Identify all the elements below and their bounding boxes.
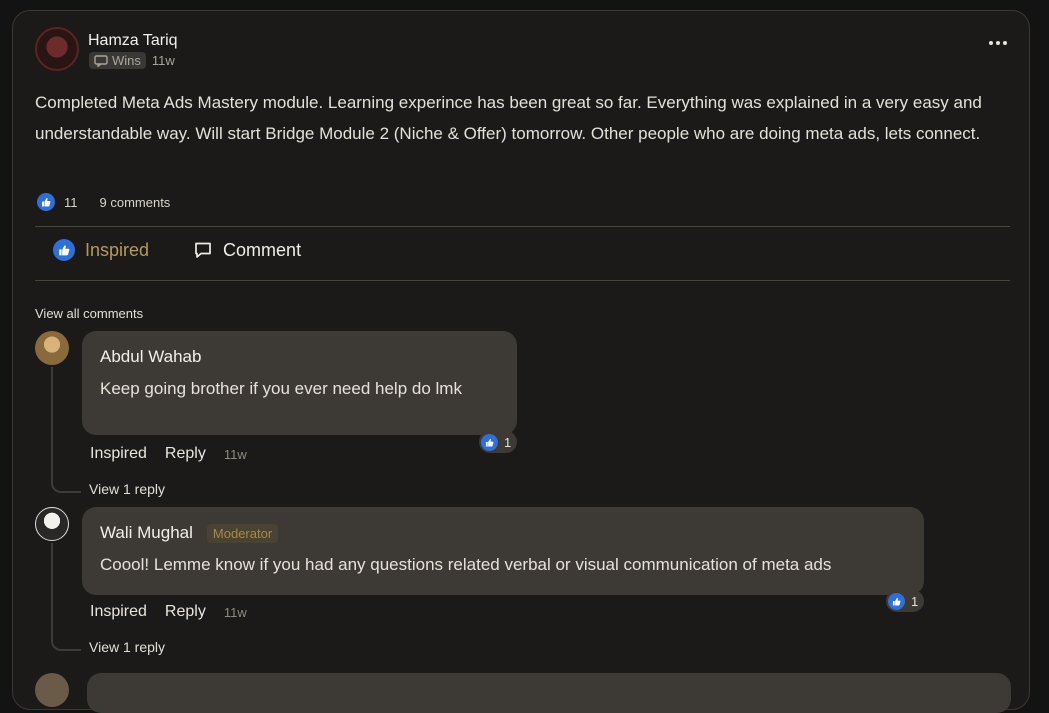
thumbs-up-icon <box>888 592 905 610</box>
commenter-name[interactable]: Abdul Wahab <box>100 347 201 367</box>
category-badge[interactable]: Wins <box>89 52 146 69</box>
category-badge-label: Wins <box>112 53 141 68</box>
commenter-name-row: Wali Mughal Moderator <box>100 523 279 543</box>
thread-elbow <box>51 631 81 651</box>
reaction-count: 1 <box>911 593 919 609</box>
divider <box>35 280 1010 281</box>
divider <box>35 226 1010 227</box>
comment-bubble <box>87 673 1011 713</box>
likes-count[interactable]: 11 <box>64 195 78 210</box>
thumbs-up-icon <box>53 239 75 261</box>
view-all-comments-link[interactable]: View all comments <box>35 306 143 321</box>
comment-label: Comment <box>223 239 302 260</box>
commenter-avatar[interactable] <box>35 507 69 541</box>
inspired-label: Inspired <box>85 239 150 260</box>
thread-elbow <box>51 473 81 493</box>
moderator-badge: Moderator <box>206 523 279 543</box>
post-body: Completed Meta Ads Mastery module. Learn… <box>35 93 982 143</box>
view-replies-link[interactable]: View 1 reply <box>89 481 165 497</box>
view-replies-link[interactable]: View 1 reply <box>89 639 165 655</box>
inspired-button[interactable]: Inspired <box>53 239 149 261</box>
comment-text: Coool! Lemme know if you had any questio… <box>100 555 832 574</box>
comments-count[interactable]: 9 comments <box>100 195 171 210</box>
commenter-name[interactable]: Wali Mughal <box>100 523 193 543</box>
comment-reactions[interactable]: 1 <box>886 590 925 612</box>
comment-actions: Inspired Reply 11w <box>90 603 247 621</box>
comment-inspired-button[interactable]: Inspired <box>90 445 147 463</box>
commenter-avatar[interactable] <box>35 331 69 365</box>
thumbs-up-icon <box>37 193 55 211</box>
post-meta: Wins 11w <box>89 52 175 69</box>
thumbs-up-icon <box>481 433 498 451</box>
more-options-icon[interactable] <box>989 39 1009 47</box>
comment-time: 11w <box>223 446 247 462</box>
comment-bubble: Abdul Wahab Keep going brother if you ev… <box>82 331 517 435</box>
commenter-avatar[interactable] <box>35 673 69 707</box>
post-stats: 11 9 comments <box>37 193 170 211</box>
author-name[interactable]: Hamza Tariq <box>88 32 178 50</box>
author-avatar[interactable] <box>35 27 79 71</box>
comment-bubble: Wali Mughal Moderator Coool! Lemme know … <box>82 507 924 595</box>
comment-icon <box>195 242 211 258</box>
comment-reactions[interactable]: 1 <box>479 431 518 453</box>
post-card: Hamza Tariq Wins 11w Completed Meta Ads … <box>12 10 1030 713</box>
comment-inspired-button[interactable]: Inspired <box>90 603 147 621</box>
comment-time: 11w <box>223 604 247 620</box>
thread-line <box>51 367 53 477</box>
thread-line <box>51 543 53 637</box>
chat-bubble-icon <box>94 54 108 67</box>
comment-actions: Inspired Reply 11w <box>90 445 247 463</box>
comment-reply-button[interactable]: Reply <box>165 603 206 621</box>
comment-text: Keep going brother if you ever need help… <box>100 379 462 398</box>
comment-reply-button[interactable]: Reply <box>165 445 206 463</box>
post-actions: Inspired Comment <box>53 239 301 261</box>
comment-button[interactable]: Comment <box>193 240 301 261</box>
reaction-count: 1 <box>504 434 512 450</box>
post-time: 11w <box>151 53 175 68</box>
